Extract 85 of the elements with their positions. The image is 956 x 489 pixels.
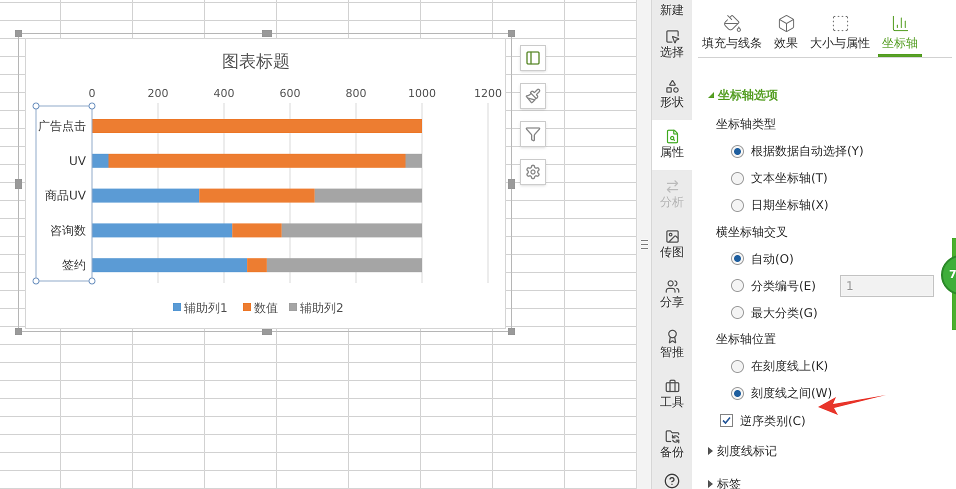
axis-selection-frame[interactable] <box>32 102 96 284</box>
legend-label: 数值 <box>254 301 278 315</box>
chart-tool-button[interactable] <box>520 121 546 147</box>
group-heading: 坐标轴位置 <box>715 331 777 348</box>
radio-option[interactable]: 分类编号(E) <box>731 276 816 294</box>
resize-handle[interactable] <box>508 30 515 37</box>
resize-handle[interactable] <box>15 328 22 335</box>
folder-sync-icon <box>664 428 680 444</box>
pointer-icon <box>664 29 680 44</box>
radio-option[interactable]: 日期坐标轴(X) <box>731 196 829 214</box>
expanded-triangle-icon <box>708 92 714 98</box>
resize-handle[interactable] <box>15 30 22 37</box>
axis-tick-label: 600 <box>280 87 300 100</box>
checkbox[interactable] <box>720 414 733 427</box>
category-label: 广告点击 <box>38 119 86 133</box>
help-icon[interactable] <box>664 472 680 489</box>
tool-item[interactable]: 形状 <box>652 70 692 120</box>
panel-tab[interactable]: 填充与线条 <box>698 14 766 57</box>
legend-label: 辅助列1 <box>184 301 228 315</box>
section-header[interactable]: 刻度线标记 <box>698 434 952 468</box>
category-label: UV <box>69 154 86 168</box>
axis-tick-label: 1000 <box>408 87 436 100</box>
tool-item[interactable]: 备份 <box>652 419 692 469</box>
arrows-icon <box>664 179 680 194</box>
radio-button[interactable] <box>731 144 744 158</box>
shapes-icon <box>664 79 680 94</box>
chart-area[interactable]: 图表标题 0 200 400 600 800 1000 1200 广告点击 UV 商品UV 咨询数 签约 辅助列1 数值 辅助列2 <box>25 38 506 329</box>
paint-bucket-icon <box>722 14 742 33</box>
bar-chart-icon <box>890 14 910 33</box>
axis-tick-label: 200 <box>148 87 168 100</box>
radio-button[interactable] <box>731 386 744 400</box>
category-label: 咨询数 <box>50 223 86 238</box>
radio-option[interactable]: 刻度线之间(W) <box>731 384 832 402</box>
axis-tick-label: 400 <box>214 87 234 100</box>
layout-icon <box>525 50 541 66</box>
panel-tab[interactable]: 效果 <box>770 14 802 57</box>
radio-button[interactable] <box>731 360 744 372</box>
radio-button[interactable] <box>731 172 744 184</box>
tool-item[interactable]: 属性 <box>652 120 692 170</box>
radio-option[interactable]: 根据数据自动选择(Y) <box>731 142 864 160</box>
document-search-icon <box>664 129 680 144</box>
radio-button[interactable] <box>731 279 744 292</box>
dashed-square-icon <box>830 14 850 33</box>
radio-option[interactable]: 在刻度线上(K) <box>731 357 828 375</box>
resize-handle[interactable] <box>508 328 515 335</box>
grip-icon <box>640 240 648 249</box>
chart-tool-button[interactable] <box>520 83 546 109</box>
axis-tick-label: 0 <box>88 87 96 100</box>
radio-option[interactable]: 自动(O) <box>731 250 794 268</box>
category-label: 签约 <box>62 258 86 272</box>
checkbox-option[interactable]: 逆序类别(C) <box>698 406 952 434</box>
tool-item[interactable]: 分享 <box>652 269 692 320</box>
resize-handle[interactable] <box>262 30 272 37</box>
tool-item[interactable]: 新建 <box>652 0 692 20</box>
category-label: 商品UV <box>45 188 86 203</box>
radio-option[interactable]: 文本坐标轴(T) <box>731 169 828 187</box>
resize-handle[interactable] <box>508 179 515 189</box>
chart-tool-button[interactable] <box>520 159 546 185</box>
briefcase-icon <box>664 378 680 394</box>
collapsed-triangle-icon <box>708 447 713 455</box>
users-icon <box>664 278 680 294</box>
panel-tab[interactable]: 大小与属性 <box>806 14 874 57</box>
check-icon <box>722 416 731 425</box>
axis-tick-label: 1200 <box>474 87 502 100</box>
tool-item[interactable]: 传图 <box>652 220 692 270</box>
radio-button[interactable] <box>731 252 744 265</box>
tool-item[interactable]: 工具 <box>652 369 692 420</box>
collapsed-triangle-icon <box>708 480 713 488</box>
resize-handle[interactable] <box>15 179 22 189</box>
axis-tick-label: 800 <box>346 87 366 100</box>
tool-item[interactable]: 选择 <box>652 20 692 70</box>
chart-tool-button[interactable] <box>520 45 546 71</box>
radio-button[interactable] <box>731 198 744 212</box>
cube-icon <box>776 14 796 33</box>
tool-item[interactable]: 智推 <box>652 319 692 370</box>
legend-label: 辅助列2 <box>300 301 344 315</box>
radio-option[interactable]: 最大分类(G) <box>731 304 818 322</box>
filter-icon <box>525 126 541 142</box>
group-heading: 横坐标轴交叉 <box>715 224 789 241</box>
brush-icon <box>525 88 541 104</box>
image-icon <box>664 228 680 244</box>
group-heading: 坐标轴类型 <box>715 116 777 134</box>
chart-title: 图表标题 <box>222 52 290 72</box>
radio-button[interactable] <box>731 306 744 319</box>
gear-icon <box>525 164 541 180</box>
